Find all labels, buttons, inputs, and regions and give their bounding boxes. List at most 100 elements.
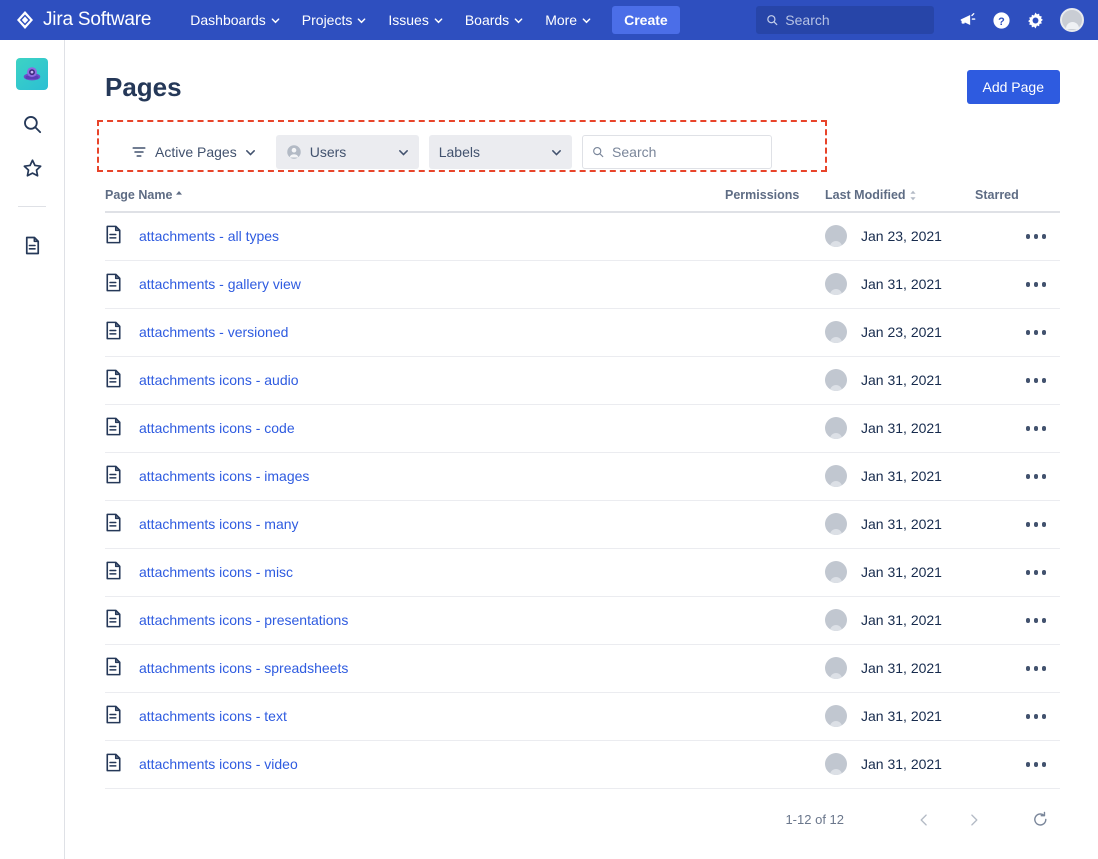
- more-actions-button[interactable]: [1020, 370, 1053, 391]
- nav-item-issues[interactable]: Issues: [377, 4, 453, 36]
- more-actions-button[interactable]: [1020, 418, 1053, 439]
- page-name-link[interactable]: attachments - versioned: [139, 324, 288, 340]
- table-row[interactable]: attachments icons - text Jan 31, 2021: [105, 692, 1060, 741]
- document-icon: [105, 705, 122, 727]
- document-icon: [105, 753, 122, 775]
- sidebar-item-starred[interactable]: [12, 148, 52, 188]
- nav-item-more[interactable]: More: [534, 4, 602, 36]
- nav-item-boards[interactable]: Boards: [454, 4, 534, 36]
- table-row[interactable]: attachments icons - many Jan 31, 2021: [105, 500, 1060, 549]
- page-name-link[interactable]: attachments - all types: [139, 228, 279, 244]
- chevron-left-icon: [920, 813, 927, 826]
- nav-right-group: ?: [756, 5, 1084, 35]
- chevron-down-icon: [398, 149, 408, 156]
- table-row[interactable]: attachments icons - images Jan 31, 2021: [105, 452, 1060, 501]
- document-icon: [105, 225, 122, 247]
- more-actions-icon: [1025, 714, 1030, 719]
- cell-page-name: attachments icons - images: [105, 452, 725, 501]
- more-actions-button[interactable]: [1020, 322, 1053, 343]
- page-name-link[interactable]: attachments icons - spreadsheets: [139, 660, 348, 676]
- jira-brand[interactable]: Jira Software: [14, 9, 151, 31]
- star-icon: [23, 158, 41, 177]
- sort-ascending-icon: [176, 191, 183, 195]
- table-row[interactable]: attachments icons - presentations Jan 31,…: [105, 596, 1060, 645]
- nav-item-dashboards[interactable]: Dashboards: [179, 4, 291, 36]
- table-row[interactable]: attachments icons - audio Jan 31, 2021: [105, 356, 1060, 405]
- cell-page-name: attachments icons - video: [105, 740, 725, 789]
- column-header-starred[interactable]: Starred: [975, 188, 1060, 213]
- cell-page-name: attachments icons - misc: [105, 548, 725, 597]
- pages-search-box[interactable]: [581, 135, 772, 169]
- nav-item-projects[interactable]: Projects: [291, 4, 378, 36]
- more-actions-icon: [1041, 714, 1046, 719]
- create-button[interactable]: Create: [612, 6, 680, 34]
- filter-bar: Active Pages Users Labels: [105, 126, 835, 178]
- table-row[interactable]: attachments icons - code Jan 31, 2021: [105, 404, 1060, 453]
- page-name-link[interactable]: attachments icons - many: [139, 516, 299, 532]
- labels-filter-dropdown[interactable]: Labels: [428, 135, 572, 169]
- sidebar-item-search[interactable]: [12, 104, 52, 144]
- cell-page-name: attachments icons - code: [105, 404, 725, 453]
- page-name-link[interactable]: attachments icons - images: [139, 468, 309, 484]
- pagination-count: 1-12 of 12: [785, 812, 844, 827]
- users-filter-label: Users: [309, 144, 347, 160]
- more-actions-button[interactable]: [1020, 274, 1053, 295]
- page-name-link[interactable]: attachments icons - code: [139, 420, 295, 436]
- sidebar-item-pages[interactable]: [12, 225, 52, 265]
- global-search-input[interactable]: [785, 12, 924, 28]
- nav-label: Projects: [301, 12, 353, 28]
- page-name-link[interactable]: attachments - gallery view: [139, 276, 301, 292]
- more-actions-button[interactable]: [1020, 514, 1053, 535]
- pagination-prev-button[interactable]: [904, 803, 944, 837]
- filter-bar-container: Active Pages Users Labels: [97, 120, 835, 178]
- more-actions-button[interactable]: [1020, 658, 1053, 679]
- more-actions-button[interactable]: [1020, 754, 1053, 775]
- last-modified-date: Jan 23, 2021: [861, 228, 942, 245]
- table-row[interactable]: attachments icons - video Jan 31, 2021: [105, 740, 1060, 789]
- more-actions-button[interactable]: [1020, 226, 1053, 247]
- help-button[interactable]: ?: [986, 5, 1016, 35]
- settings-button[interactable]: [1020, 5, 1050, 35]
- column-header-last-modified[interactable]: Last Modified: [825, 188, 975, 213]
- more-actions-button[interactable]: [1020, 562, 1053, 583]
- more-actions-button[interactable]: [1020, 706, 1053, 727]
- pagination-next-button[interactable]: [954, 803, 994, 837]
- column-header-page-name[interactable]: Page Name: [105, 188, 725, 213]
- page-name-link[interactable]: attachments icons - audio: [139, 372, 299, 388]
- cell-permissions: [725, 644, 825, 693]
- primary-nav: Dashboards Projects Issues Boards More C…: [179, 4, 680, 36]
- person-icon: [286, 145, 301, 159]
- more-actions-icon: [1025, 666, 1030, 671]
- page-name-link[interactable]: attachments icons - misc: [139, 564, 293, 580]
- column-header-permissions[interactable]: Permissions: [725, 188, 825, 213]
- table-row[interactable]: attachments - versioned Jan 23, 2021: [105, 308, 1060, 357]
- table-row[interactable]: attachments icons - spreadsheets Jan 31, …: [105, 644, 1060, 693]
- avatar: [825, 609, 847, 631]
- document-icon: [105, 321, 122, 343]
- page-name-link[interactable]: attachments icons - video: [139, 756, 298, 772]
- sidebar-project-avatar[interactable]: [16, 58, 48, 90]
- user-avatar[interactable]: [1060, 8, 1084, 32]
- pages-search-input[interactable]: [612, 144, 762, 160]
- more-actions-icon: [1025, 426, 1030, 431]
- status-filter-dropdown[interactable]: Active Pages: [121, 135, 266, 169]
- megaphone-button[interactable]: [952, 5, 982, 35]
- table-row[interactable]: attachments - all types Jan 23, 2021: [105, 212, 1060, 261]
- page-name-link[interactable]: attachments icons - presentations: [139, 612, 348, 628]
- table-row[interactable]: attachments icons - misc Jan 31, 2021: [105, 548, 1060, 597]
- cell-permissions: [725, 308, 825, 357]
- pagination-refresh-button[interactable]: [1020, 803, 1060, 837]
- more-actions-icon: [1041, 330, 1046, 335]
- cell-actions: [975, 644, 1060, 693]
- more-actions-button[interactable]: [1020, 466, 1053, 487]
- global-search-box[interactable]: [756, 6, 934, 34]
- users-filter-dropdown[interactable]: Users: [275, 135, 419, 169]
- filter-icon: [132, 147, 146, 157]
- page-name-link[interactable]: attachments icons - text: [139, 708, 287, 724]
- more-actions-button[interactable]: [1020, 610, 1053, 631]
- last-modified-date: Jan 31, 2021: [861, 516, 942, 532]
- table-row[interactable]: attachments - gallery view Jan 31, 2021: [105, 260, 1060, 309]
- chevron-down-icon: [357, 17, 366, 23]
- cell-last-modified: Jan 31, 2021: [825, 260, 975, 309]
- add-page-button[interactable]: Add Page: [966, 70, 1060, 104]
